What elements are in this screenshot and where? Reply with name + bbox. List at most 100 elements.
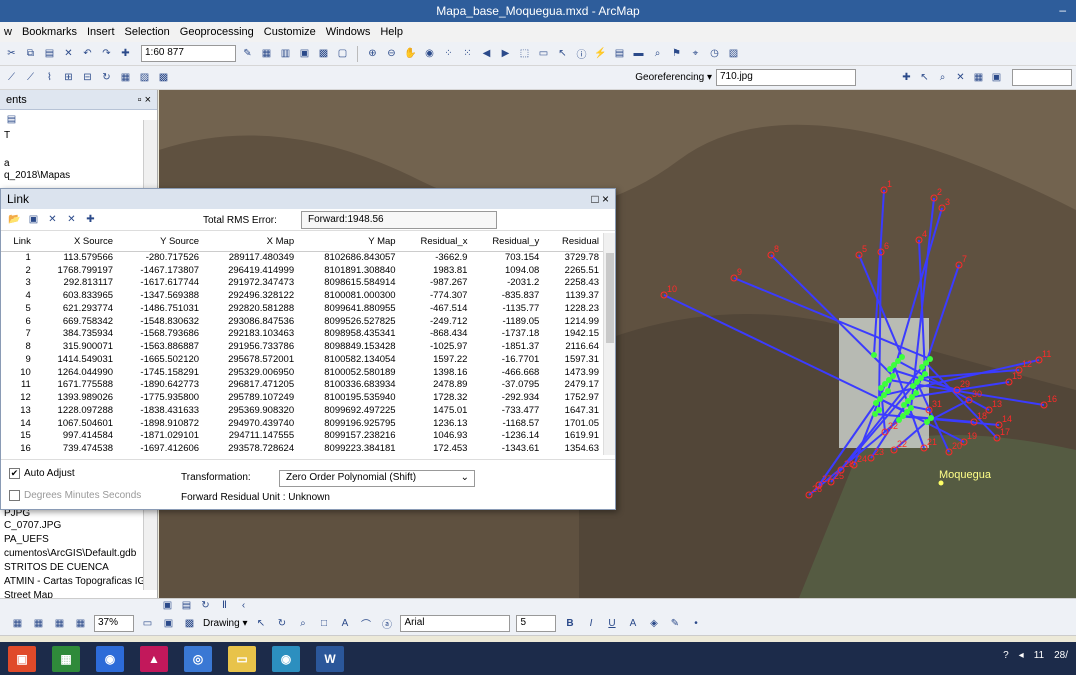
load-links-icon[interactable]: 📂 <box>7 212 22 227</box>
column-header[interactable]: Link <box>1 233 37 252</box>
menu-windows[interactable]: Windows <box>326 26 371 38</box>
table-row[interactable]: 10 1264.044990 -1745.158291 295329.006950 81… <box>1 366 605 379</box>
menu-insert[interactable]: Insert <box>87 26 115 38</box>
route-icon[interactable]: ⚑ <box>669 46 684 61</box>
zoom-out-icon[interactable]: ⊖ <box>384 46 399 61</box>
find-icon[interactable]: ⌕ <box>650 46 665 61</box>
sketch-properties-icon[interactable]: ▨ <box>137 70 152 85</box>
column-header[interactable]: Residual_x <box>401 233 474 252</box>
checkbox-unchecked-icon[interactable] <box>9 490 20 501</box>
menu-help[interactable]: Help <box>380 26 403 38</box>
font-size-select[interactable]: 5 <box>516 615 557 632</box>
table-row[interactable]: 1 113.579566 -280.717526 289117.480349 81026… <box>1 251 605 264</box>
delete-all-links-icon[interactable]: ✕ <box>64 212 79 227</box>
minimize-button[interactable]: – <box>1059 3 1066 17</box>
delete-link-icon[interactable]: ✕ <box>953 70 968 85</box>
select-elements-arrow-icon[interactable]: ↖ <box>253 616 268 631</box>
menu-selection[interactable]: Selection <box>125 26 170 38</box>
zoom-in-icon[interactable]: ⊕ <box>365 46 380 61</box>
column-header[interactable]: X Map <box>205 233 301 252</box>
delete-icon[interactable]: ✕ <box>61 46 76 61</box>
time-slider-icon[interactable]: ◷ <box>707 46 722 61</box>
toggle-draft-icon[interactable]: ▭ <box>140 616 155 631</box>
editor-icon[interactable]: ✎ <box>240 46 255 61</box>
redo-icon[interactable]: ↷ <box>99 46 114 61</box>
cut-polygon-icon[interactable]: ⊞ <box>61 70 76 85</box>
italic-button[interactable]: I <box>583 616 598 631</box>
table-row[interactable]: 12 1393.989026 -1775.935800 295789.107249 81… <box>1 391 605 404</box>
add-data-icon[interactable]: ✚ <box>118 46 133 61</box>
table-row[interactable]: 9 1414.549031 -1665.502120 295678.572001 810… <box>1 353 605 366</box>
identify-icon[interactable]: ⓘ <box>574 46 589 61</box>
split-icon[interactable]: ⊟ <box>80 70 95 85</box>
table-row[interactable]: 8 315.900071 -1563.886887 291956.733786 8098… <box>1 340 605 353</box>
map-scale-input[interactable]: 1:60 877 <box>141 45 236 62</box>
font-color-icon[interactable]: A <box>625 616 640 631</box>
table-row[interactable]: 5 621.293774 -1486.751031 292820.581288 8099… <box>1 302 605 315</box>
edit-vertices-icon[interactable]: ⟋ <box>23 70 38 85</box>
search-window-icon[interactable]: ▣ <box>297 46 312 61</box>
layout-zoom-select[interactable]: 37% <box>94 615 134 632</box>
column-header[interactable]: Y Map <box>300 233 402 252</box>
layout-zoom-100-icon[interactable]: ▦ <box>73 616 88 631</box>
pan-icon[interactable]: ✋ <box>403 46 418 61</box>
table-row[interactable]: 7 384.735934 -1568.793686 292183.103463 8098… <box>1 328 605 341</box>
zoom-to-link-icon[interactable]: ✚ <box>83 212 98 227</box>
full-extent-icon[interactable]: ◉ <box>422 46 437 61</box>
forward-extent-icon[interactable]: ▶ <box>498 46 513 61</box>
help-icon[interactable]: ? <box>1003 650 1009 661</box>
fixed-zoom-out-icon[interactable]: ⁙ <box>460 46 475 61</box>
search-input[interactable] <box>1012 69 1072 86</box>
toc-item[interactable]: PA_UEFS <box>4 534 49 545</box>
viewer-icon[interactable]: ▧ <box>726 46 741 61</box>
menu-geoprocessing[interactable]: Geoprocessing <box>180 26 254 38</box>
layout-zoom-whole-icon[interactable]: ▦ <box>52 616 67 631</box>
toc-item[interactable]: C_0707.JPG <box>4 520 61 531</box>
list-by-drawing-order-icon[interactable]: ▤ <box>4 112 19 127</box>
measure-icon[interactable]: ▬ <box>631 46 646 61</box>
table-row[interactable]: 11 1671.775588 -1890.642773 296817.471205 81… <box>1 379 605 392</box>
underline-button[interactable]: U <box>604 616 619 631</box>
copy-icon[interactable]: ⧉ <box>23 46 38 61</box>
column-header[interactable]: Residual <box>545 233 605 252</box>
layout-pan-icon[interactable]: ▦ <box>31 616 46 631</box>
pause-drawing-icon[interactable]: Ⅱ <box>217 598 232 613</box>
table-row[interactable]: 14 1067.504601 -1898.910872 294970.439740 80… <box>1 417 605 430</box>
table-row[interactable]: 16 739.474538 -1697.412606 293578.728624 809… <box>1 442 605 455</box>
undo-icon[interactable]: ↶ <box>80 46 95 61</box>
menu-bookmarks[interactable]: Bookmarks <box>22 26 77 38</box>
taskbar-word-icon[interactable]: W <box>316 645 344 672</box>
view-link-table-icon[interactable]: ▦ <box>971 70 986 85</box>
bold-button[interactable]: B <box>562 616 577 631</box>
volume-icon[interactable]: ◂ <box>1019 650 1024 661</box>
text-icon[interactable]: A <box>337 616 352 631</box>
attributes-icon[interactable]: ▦ <box>118 70 133 85</box>
data-view-icon[interactable]: ▣ <box>160 598 175 613</box>
change-layout-icon[interactable]: ▩ <box>182 616 197 631</box>
toc-item[interactable]: q_2018\Mapas <box>4 170 70 181</box>
marker-color-icon[interactable]: • <box>688 616 703 631</box>
delete-link-icon[interactable]: ✕ <box>45 212 60 227</box>
georeferencing-menu[interactable]: Georeferencing ▾ <box>635 72 712 83</box>
table-row[interactable]: 15 997.414584 -1871.029101 294711.147555 809… <box>1 430 605 443</box>
rectangle-icon[interactable]: □ <box>316 616 331 631</box>
table-row[interactable]: 3 292.813117 -1617.617744 291972.347473 8098… <box>1 277 605 290</box>
table-row[interactable]: 13 1228.097288 -1838.431633 295369.908320 80… <box>1 404 605 417</box>
column-header[interactable]: Residual_y <box>473 233 546 252</box>
toc-item[interactable]: a <box>4 158 10 169</box>
taskbar-explorer-icon[interactable]: ▭ <box>228 645 256 672</box>
taskbar-access-icon[interactable]: ▲ <box>140 645 168 672</box>
link-table-scrollbar[interactable] <box>603 233 615 455</box>
select-link-icon[interactable]: ↖ <box>917 70 932 85</box>
fixed-zoom-in-icon[interactable]: ⁘ <box>441 46 456 61</box>
taskbar-calendar-icon[interactable]: ▦ <box>52 645 80 672</box>
select-features-icon[interactable]: ⬚ <box>517 46 532 61</box>
link-dialog-close-button[interactable]: □ × <box>591 192 609 206</box>
table-row[interactable]: 2 1768.799197 -1467.173807 296419.414999 810… <box>1 264 605 277</box>
taskbar-chrome-icon[interactable]: ◎ <box>184 645 212 672</box>
add-control-points-icon[interactable]: ✚ <box>899 70 914 85</box>
catalog-icon[interactable]: ▥ <box>278 46 293 61</box>
reshape-icon[interactable]: ⌇ <box>42 70 57 85</box>
paste-icon[interactable]: ▤ <box>42 46 57 61</box>
html-popup-icon[interactable]: ▤ <box>612 46 627 61</box>
